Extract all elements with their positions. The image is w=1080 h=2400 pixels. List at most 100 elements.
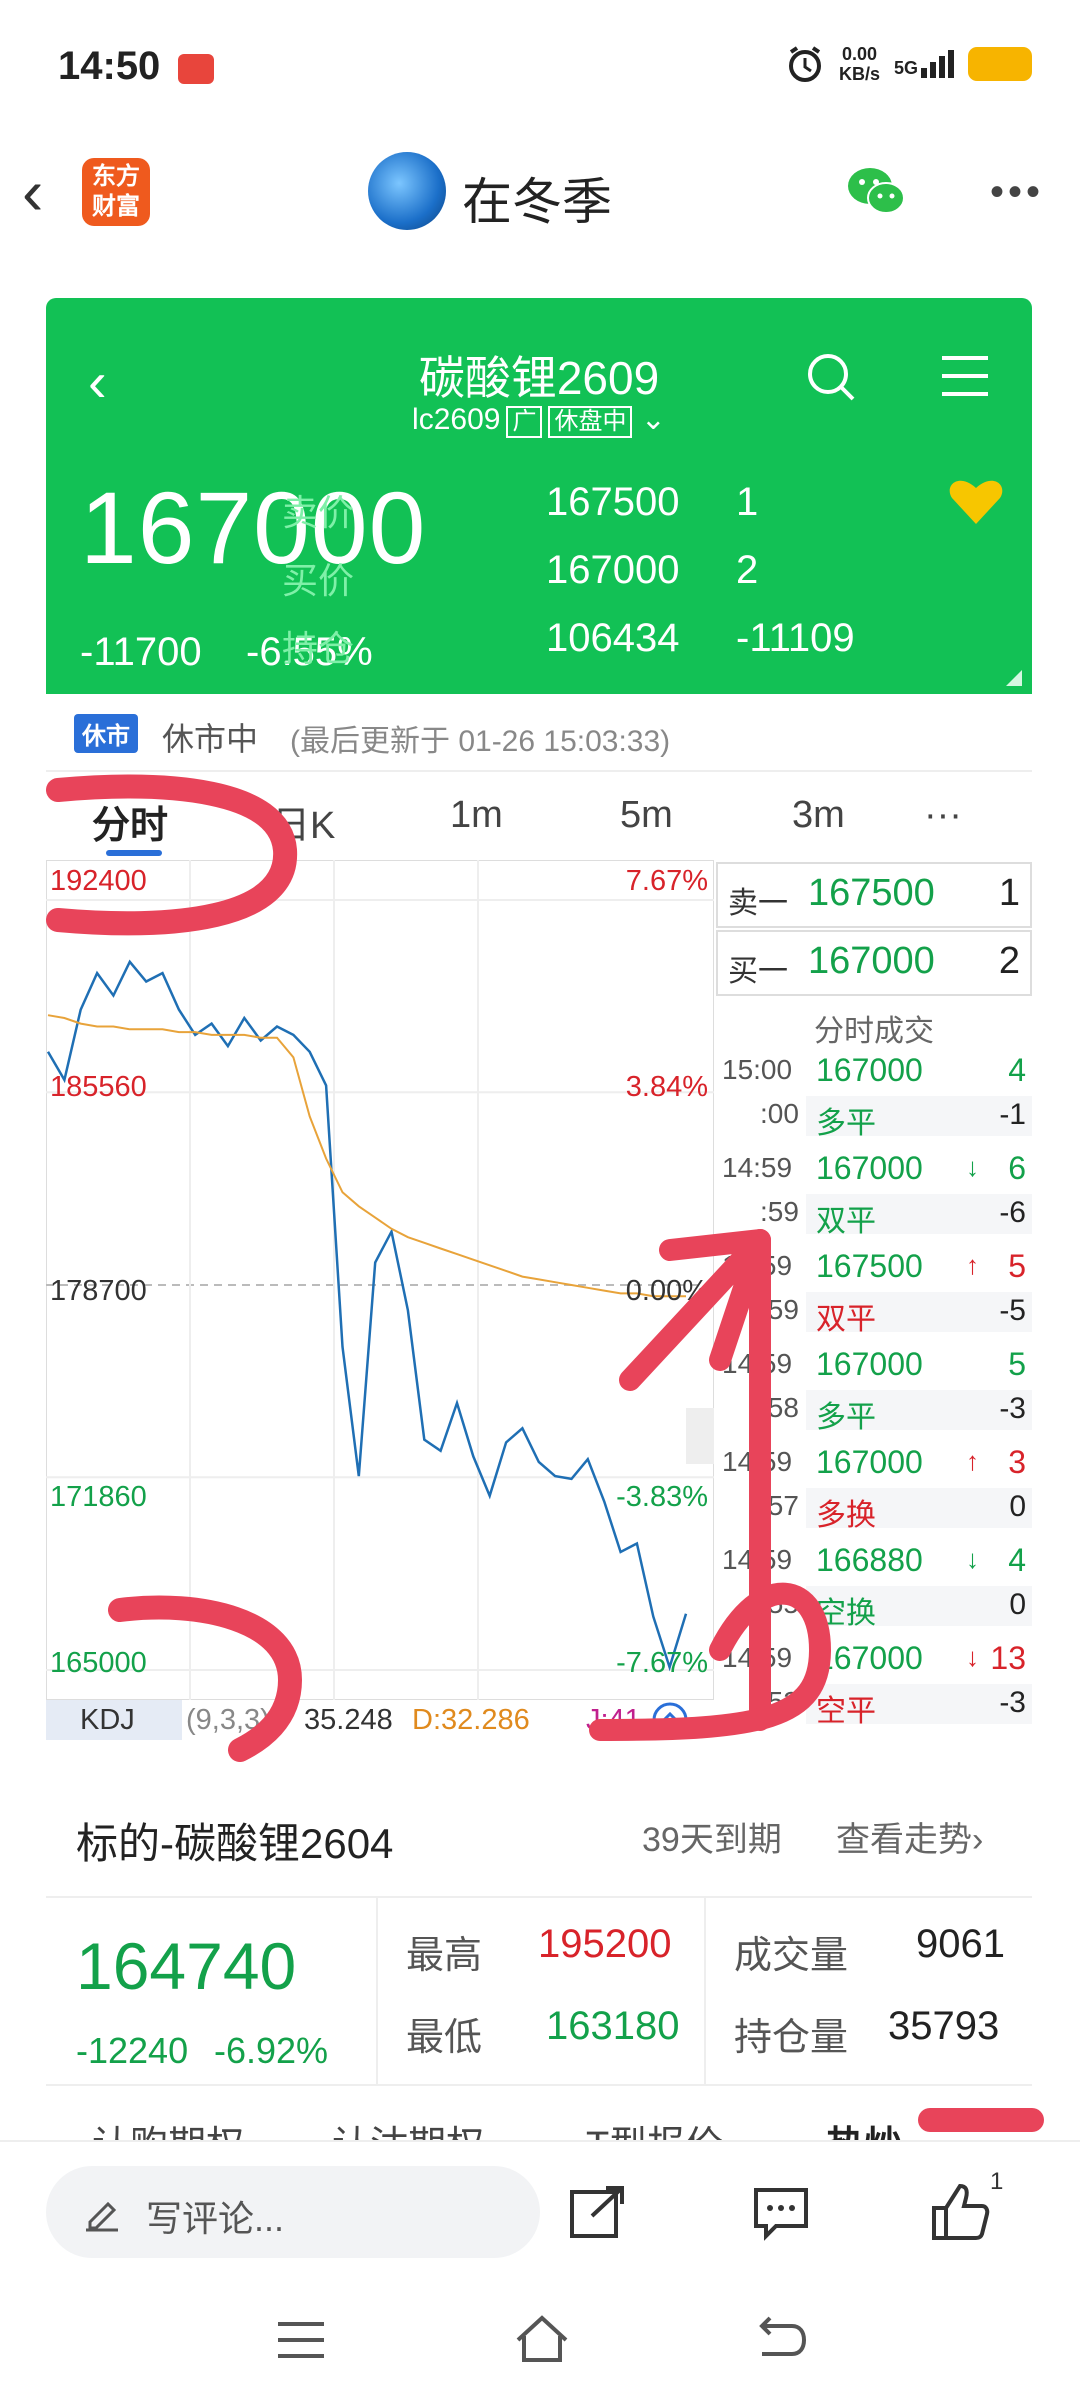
share-icon[interactable] bbox=[568, 2182, 628, 2242]
tick-price: 167000 bbox=[816, 1346, 923, 1382]
comment-bar: 写评论... 1 bbox=[0, 2140, 1080, 2282]
high-value: 195200 bbox=[538, 1922, 672, 1966]
y-label-left-0: 192400 bbox=[50, 865, 147, 897]
chevron-right-icon: › bbox=[972, 1821, 984, 1859]
tab-3m[interactable]: 3m bbox=[792, 794, 845, 837]
tick-oi: 0 bbox=[1009, 1588, 1026, 1621]
contract-subtitle[interactable]: lc2609 广休盘中 ⌄ bbox=[46, 402, 1032, 438]
underlying-title[interactable]: 标的-碳酸锂2604 bbox=[76, 1810, 393, 1871]
underlying-stats: 164740 -12240 -6.92% 最高 195200 最低 163180… bbox=[46, 1896, 1032, 2086]
tab-intraday[interactable]: 分时 bbox=[92, 794, 168, 849]
buy-qty: 2 bbox=[736, 548, 759, 592]
volume-value: 9061 bbox=[916, 1922, 1005, 1966]
chevron-down-icon: ⌄ bbox=[632, 403, 666, 436]
tab-t-quote[interactable]: T型报价 bbox=[586, 2114, 723, 2140]
tick-row: 15:00 167000 4:00 多平 -1 bbox=[716, 1052, 1032, 1150]
tick-oi: 0 bbox=[1009, 1490, 1026, 1523]
order-book-bid: 买一 167000 2 bbox=[716, 930, 1032, 996]
comments-icon[interactable] bbox=[752, 2182, 812, 2242]
view-trend-link[interactable]: 查看走势› bbox=[836, 1812, 983, 1861]
nav-bar: ‹ 东方 财富 在冬季 ••• bbox=[0, 140, 1080, 260]
tick-sec: :53 bbox=[760, 1686, 799, 1717]
tick-price: 167500 bbox=[816, 1248, 923, 1284]
signal-5g-icon: 5G bbox=[894, 50, 954, 78]
tick-qty: 5 bbox=[1008, 1248, 1026, 1284]
tick-arrow: ↑ bbox=[966, 1250, 979, 1280]
tab-call-options[interactable]: 认购期权 bbox=[92, 2114, 244, 2140]
tick-sec: :58 bbox=[760, 1392, 799, 1423]
favorite-heart-icon[interactable] bbox=[948, 476, 1004, 526]
tick-oi: -6 bbox=[999, 1196, 1026, 1229]
tab-1m[interactable]: 1m bbox=[450, 794, 503, 837]
tab-hot[interactable]: 热炒 bbox=[826, 2114, 902, 2140]
avatar[interactable] bbox=[368, 152, 446, 230]
tick-arrow: ↓ bbox=[966, 1642, 979, 1672]
tab-more[interactable]: ··· bbox=[924, 794, 962, 837]
tab-put-options[interactable]: 认沽期权 bbox=[332, 2114, 484, 2140]
tick-type: 多平 bbox=[816, 1107, 876, 1140]
y-label-right-1: 3.84% bbox=[626, 1071, 708, 1103]
tick-price: 167000 bbox=[816, 1052, 923, 1088]
tick-row: 14:59 166880 ↓ 4:55 空换 0 bbox=[716, 1542, 1032, 1640]
menu-icon[interactable] bbox=[940, 354, 990, 398]
underlying-price: 164740 bbox=[76, 1929, 297, 2003]
sell-qty: 1 bbox=[736, 480, 759, 524]
oi-label: 持仓量 bbox=[734, 2017, 849, 2059]
ask-label: 卖一 bbox=[728, 887, 788, 920]
system-nav-bar bbox=[0, 2280, 1080, 2400]
open-interest: 106434 bbox=[546, 616, 680, 660]
search-icon[interactable] bbox=[804, 350, 860, 406]
home-icon[interactable] bbox=[512, 2310, 572, 2366]
trade-panel: 卖一 167500 1 买一 167000 2 分时成交 15:00 167000… bbox=[716, 862, 1032, 1728]
contract-title: 碳酸锂2609 bbox=[418, 352, 660, 404]
tick-row: 14:59 167000 ↓ 6:59 双平 -6 bbox=[716, 1150, 1032, 1248]
comment-input[interactable]: 写评论... bbox=[46, 2166, 540, 2258]
back-button[interactable]: ‹ bbox=[22, 160, 43, 224]
tick-type: 空平 bbox=[816, 1695, 876, 1728]
tick-type: 双平 bbox=[816, 1205, 876, 1238]
tick-oi: -1 bbox=[999, 1098, 1026, 1131]
kdj-params: (9,3,3) bbox=[186, 1704, 270, 1736]
like-icon[interactable] bbox=[930, 2180, 994, 2244]
kdj-d-value: D:32.286 bbox=[412, 1704, 530, 1736]
tick-price: 167000 bbox=[816, 1640, 923, 1676]
refresh-icon[interactable] bbox=[646, 1700, 696, 1740]
low-value: 163180 bbox=[546, 2004, 680, 2048]
high-label: 最高 bbox=[406, 1935, 483, 1977]
tick-time: 14:59 bbox=[722, 1446, 793, 1477]
tab-5m[interactable]: 5m bbox=[620, 794, 673, 837]
divider bbox=[704, 1898, 706, 2084]
exchange-tag: 广 bbox=[506, 406, 543, 438]
sell-price: 167500 bbox=[546, 480, 680, 524]
tab-daily-k[interactable]: 日K bbox=[272, 794, 335, 849]
tick-time: 14:59 bbox=[722, 1642, 793, 1673]
back-nav-icon[interactable] bbox=[752, 2314, 808, 2362]
pencil-icon bbox=[86, 2201, 118, 2232]
tick-time: 15:00 bbox=[722, 1054, 793, 1085]
alarm-icon bbox=[788, 46, 821, 82]
open-interest-change: -11109 bbox=[736, 616, 855, 660]
kdj-k-value: 35.248 bbox=[304, 1704, 393, 1736]
wechat-icon[interactable] bbox=[846, 164, 906, 218]
tick-time: 14:59 bbox=[722, 1348, 793, 1379]
market-status-text: 休市中 bbox=[162, 721, 259, 757]
tick-qty: 6 bbox=[1008, 1150, 1026, 1186]
more-icon[interactable]: ••• bbox=[990, 170, 1044, 215]
tick-arrow: ↑ bbox=[966, 1446, 979, 1476]
notification-icon bbox=[178, 54, 214, 84]
intraday-chart[interactable]: 192400 185560 178700 171860 165000 7.67%… bbox=[45, 859, 715, 1701]
tick-qty: 13 bbox=[990, 1640, 1026, 1676]
tick-arrow: ↓ bbox=[966, 1544, 979, 1574]
recent-apps-icon[interactable] bbox=[276, 2318, 326, 2362]
closed-badge: 休市 bbox=[74, 714, 138, 753]
divider bbox=[376, 1898, 378, 2084]
ask-price: 167500 bbox=[808, 872, 935, 914]
battery-icon bbox=[968, 47, 1032, 81]
tick-qty: 4 bbox=[1008, 1052, 1026, 1088]
active-tab-indicator bbox=[106, 850, 162, 856]
tick-row: 14:59 167500 ↑ 5:59 双平 -5 bbox=[716, 1248, 1032, 1346]
kdj-indicator-bar[interactable]: KDJ (9,3,3) 35.248 D:32.286 J:41 bbox=[46, 1700, 714, 1740]
y-label-left-2: 178700 bbox=[50, 1275, 147, 1307]
y-label-right-2: 0.00% bbox=[626, 1275, 708, 1307]
quote-header: ‹ 碳酸锂2609 lc2609 广休盘中 ⌄ 167000 -11700 -6.… bbox=[46, 298, 1032, 694]
